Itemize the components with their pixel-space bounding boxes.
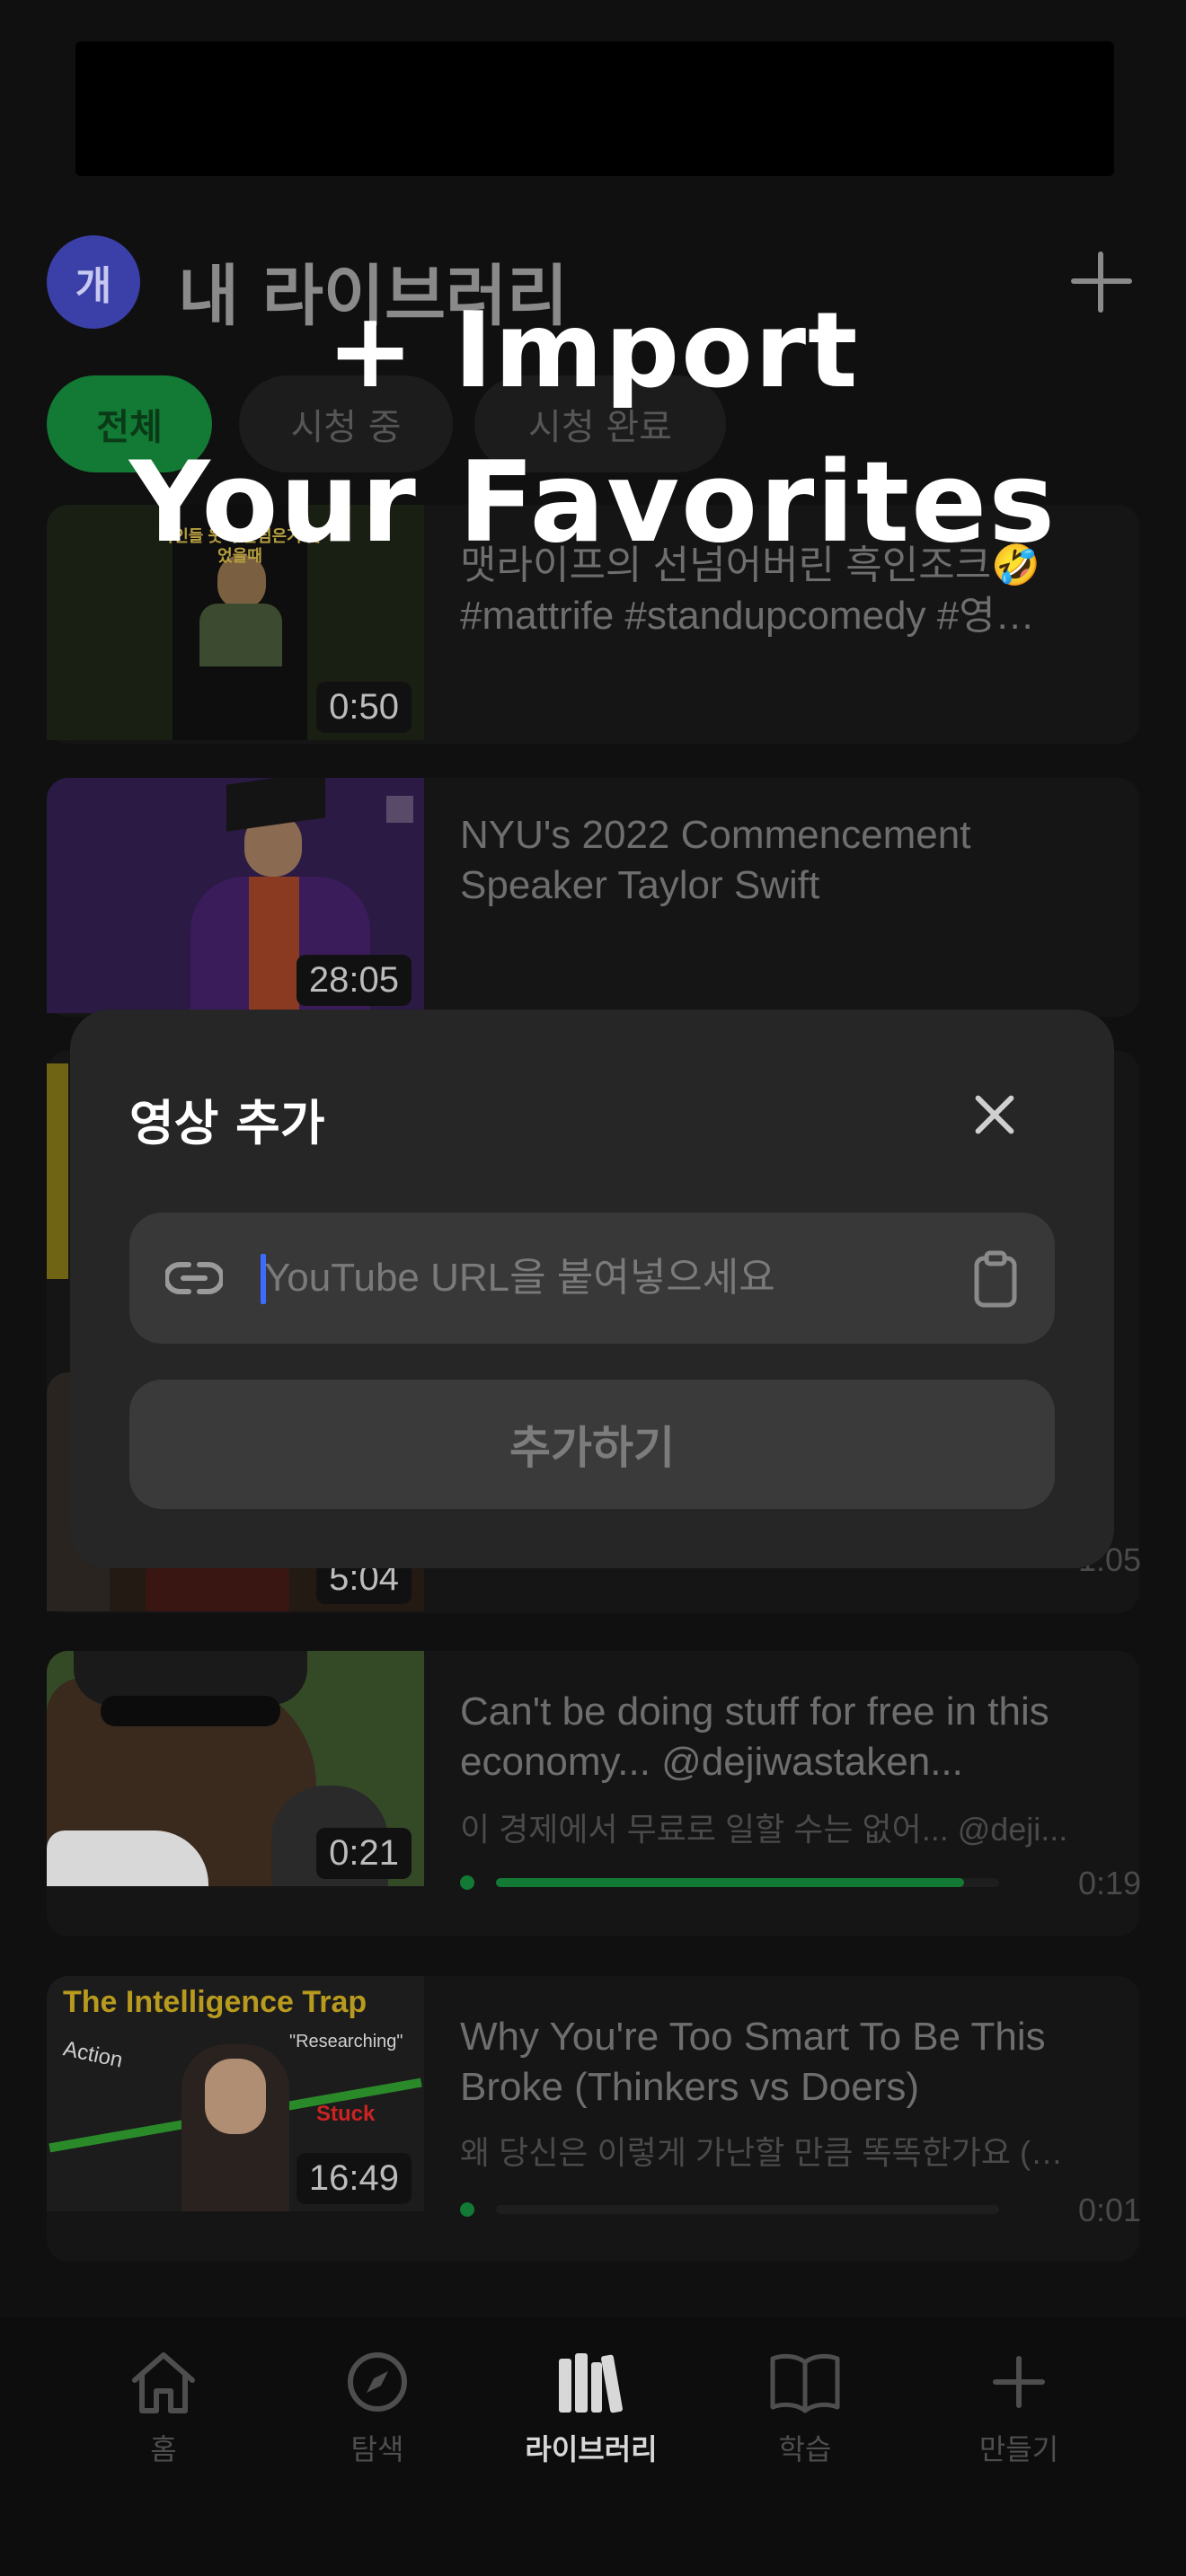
thumbnail-label-action: Action [61,2036,125,2073]
url-field[interactable] [129,1213,1055,1344]
video-thumbnail: 28:05 [47,778,424,1013]
add-video-dialog: 영상 추가 추가하기 [70,1010,1114,1568]
progress-dot [460,2202,474,2217]
home-icon [132,2352,195,2413]
library-icon [559,2353,623,2413]
tab-explore[interactable]: 탐색 [288,2350,467,2493]
tab-library[interactable]: 라이브러리 [501,2350,681,2493]
bottom-tab-bar: 홈 탐색 라이브러리 학습 만들기 [0,2317,1186,2576]
duration-badge: 0:21 [316,1828,412,1879]
video-title: NYU's 2022 Commencement Speaker Taylor S… [460,813,971,907]
video-time: 0:01 [1078,2192,1142,2228]
video-title: Why You're Too Smart To Be This Broke (T… [460,2015,1046,2109]
duration-badge: 16:49 [296,2153,412,2204]
progress-track [496,2205,999,2214]
promo-headline-line1: + Import [326,290,860,411]
plus-icon [993,2356,1045,2408]
tab-label: 탐색 [350,2432,404,2466]
watch-progress [460,2202,999,2217]
duration-badge: 0:50 [316,682,412,733]
video-time: 0:19 [1078,1865,1142,1901]
video-card[interactable]: The Intelligence Trap Action "Researchin… [47,1976,1142,2262]
thumbnail-title: The Intelligence Trap [63,1985,367,2019]
video-card[interactable]: 0:21 Can't be doing stuff for free in th… [47,1651,1142,1936]
book-icon [770,2353,840,2413]
tab-home[interactable]: 홈 [74,2350,253,2493]
thumbnail-label-researching: "Researching" [289,2032,403,2051]
dialog-title: 영상 추가 [129,1095,325,1151]
video-title: Can't be doing stuff for free in this ec… [460,1689,1049,1784]
thumbnail-edge [47,1063,68,1279]
watch-progress [460,1875,999,1890]
thumbnail-label-stuck: Stuck [316,2102,376,2126]
library-screen: 개 내 라이브러리 전체 시청 중 시청 완료 흑인들 웃어 선넘은거 웃었을때… [0,0,1186,2576]
tab-label: 학습 [778,2432,832,2466]
close-icon[interactable] [972,1092,1017,1137]
url-input[interactable] [264,1248,893,1308]
tab-label: 홈 [150,2432,177,2466]
video-card[interactable]: 28:05 NYU's 2022 Commencement Speaker Ta… [47,778,1139,1017]
progress-track [496,1878,999,1887]
video-thumbnail: The Intelligence Trap Action "Researchin… [47,1976,424,2211]
video-subtitle: 왜 당신은 이렇게 가난할 만큼 똑똑한가요 (… [460,2134,1064,2171]
tab-label: 만들기 [978,2432,1059,2466]
tab-learn[interactable]: 학습 [715,2350,895,2493]
tab-label: 라이브러리 [525,2432,658,2466]
video-thumbnail: 0:21 [47,1651,424,1886]
tab-create[interactable]: 만들기 [929,2350,1109,2493]
promo-headline-line2: Your Favorites [128,438,1058,568]
add-button[interactable]: 추가하기 [129,1380,1055,1509]
top-banner [75,41,1114,176]
progress-dot [460,1875,474,1890]
clipboard-icon[interactable] [972,1250,1019,1308]
link-icon [165,1262,223,1294]
compass-icon [348,2352,407,2412]
video-subtitle: 이 경제에서 무료로 일할 수는 없어... @deji... [460,1811,1068,1848]
progress-fill [496,1878,964,1887]
duration-badge: 28:05 [296,955,412,1006]
